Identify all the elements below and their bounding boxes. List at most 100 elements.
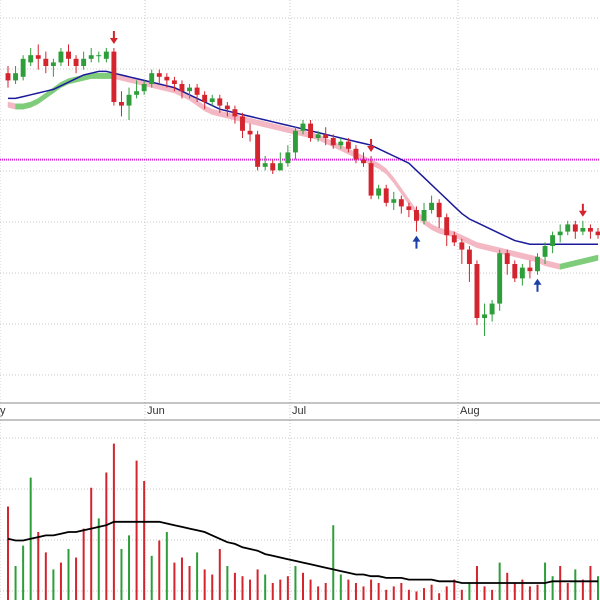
candle-body (550, 235, 556, 246)
ema-band-segment (522, 252, 531, 261)
ema-band-segment (219, 110, 228, 119)
candle-body (262, 163, 268, 167)
candle-body (217, 98, 223, 106)
ema-band-segment (30, 98, 39, 108)
candle-body (179, 84, 185, 92)
sell-arrow-icon (109, 31, 118, 44)
buy-arrow-icon (533, 278, 542, 292)
candle-body (391, 199, 397, 203)
candle-body (224, 105, 230, 110)
sell-arrow-icon (578, 203, 587, 217)
ema-band-segment (582, 256, 591, 265)
candle-body (141, 84, 147, 92)
candle-body (436, 202, 442, 218)
candle-body (187, 87, 192, 92)
ema-band-segment (90, 72, 100, 79)
candle-body (20, 58, 26, 77)
ema-band-segment (567, 260, 576, 268)
candle-body (232, 109, 238, 117)
candle-body (519, 267, 525, 279)
candle-body (73, 58, 79, 66)
ema-band-segment (280, 125, 289, 133)
candle-body (338, 141, 344, 146)
candle-body (240, 116, 245, 131)
candle-body (527, 267, 533, 272)
candle-body (255, 134, 261, 167)
candle-body (35, 55, 41, 59)
candle-body (43, 58, 49, 66)
candle-body (489, 303, 495, 315)
ema-band-segment (272, 123, 281, 132)
candle-body (368, 163, 374, 196)
ema-band-segment (264, 121, 273, 130)
candle-body (209, 98, 215, 102)
candle-body (383, 188, 389, 203)
candle-body (474, 264, 480, 318)
candle-body (270, 163, 276, 171)
candle-body (202, 94, 208, 102)
candle-body (451, 235, 457, 243)
candle-body (285, 152, 291, 164)
candle-body (5, 73, 11, 81)
sma-line (8, 70, 598, 245)
candle-body (459, 242, 465, 250)
ema-band-segment (491, 245, 500, 254)
candle-body (572, 224, 578, 232)
candle-body (171, 80, 177, 84)
candle-body (398, 199, 404, 207)
candle-body (126, 94, 132, 106)
candle-body (323, 134, 329, 138)
candle-body (308, 123, 314, 138)
ema-band-segment (211, 108, 221, 117)
candle-body (88, 55, 94, 59)
candle-body (444, 217, 450, 236)
candle-body (429, 202, 435, 210)
sma-polyline (8, 70, 598, 245)
buy-arrow-icon (412, 235, 421, 249)
x-tick-label: Jul (292, 405, 306, 417)
candle-body (247, 130, 253, 135)
candle-body (28, 55, 34, 63)
sell-arrow-icon (367, 139, 376, 152)
candle-body (353, 148, 359, 160)
ema-band-segment (98, 72, 107, 79)
candle-body (96, 55, 102, 57)
candles (5, 44, 600, 336)
candle-body (103, 51, 109, 59)
candle-body (482, 314, 487, 318)
candle-body (406, 206, 412, 210)
ema-band-segment (378, 162, 387, 175)
candle-body (111, 51, 117, 102)
ema-band-segment (590, 254, 599, 263)
candle-body (194, 87, 200, 95)
candle-body (164, 76, 170, 81)
candle-body (580, 228, 586, 232)
x-axis-labels: y Jun Jul Aug (0, 405, 480, 417)
candle-body (535, 256, 540, 272)
candle-body (156, 73, 162, 77)
ema-band-segment (257, 119, 266, 128)
candle-body (466, 249, 472, 264)
ema-band-segment (249, 117, 258, 126)
candle-body (595, 231, 600, 236)
candle-body (345, 141, 351, 149)
x-tick-label: Aug (460, 405, 480, 417)
ema-band-segment (514, 251, 523, 259)
candle-body (13, 73, 19, 81)
ema-band-segment (393, 176, 402, 195)
ema-band-segment (469, 238, 478, 249)
ema-band-segment (204, 105, 213, 115)
candle-body (587, 228, 593, 232)
ema-band-segment (22, 101, 31, 110)
ema-band-segment (575, 258, 584, 267)
ema-band-segment (559, 261, 568, 270)
candle-body (330, 138, 336, 146)
candle-body (50, 62, 56, 66)
candle-body (292, 130, 298, 153)
ema-band-segment (385, 167, 395, 184)
ema-band-segment (544, 260, 553, 268)
x-tick-label: Jun (147, 405, 165, 417)
candle-body (565, 224, 571, 232)
ema-band-segment (431, 224, 440, 234)
candle-body (414, 210, 419, 221)
